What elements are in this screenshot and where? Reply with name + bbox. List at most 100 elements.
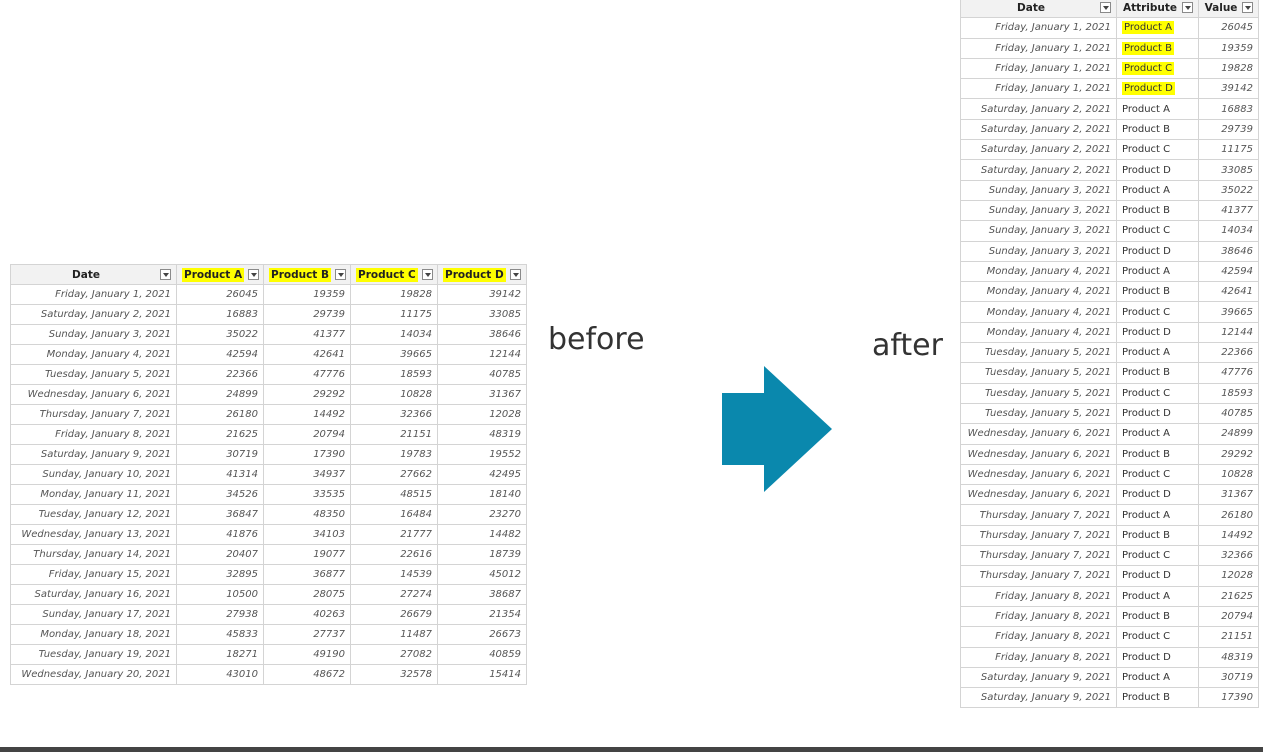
date-cell: Tuesday, January 5, 2021 (960, 362, 1117, 384)
value-cell: 18593 (1198, 382, 1259, 404)
date-cell: Sunday, January 10, 2021 (10, 464, 177, 485)
table-row: Monday, January 4, 2021 Product A 42594 (960, 260, 1259, 283)
value-cell: 21354 (437, 604, 527, 625)
date-cell: Friday, January 1, 2021 (10, 284, 177, 305)
value-cell: 14492 (1198, 524, 1259, 547)
attribute-cell: Product D (1116, 565, 1199, 587)
date-cell: Monday, January 4, 2021 (960, 260, 1117, 283)
table-row: Saturday, January 2, 2021 Product A 16883 (960, 98, 1259, 120)
value-cell: 14034 (350, 324, 438, 345)
table-row: Thursday, January 7, 2021 Product A 26180 (960, 504, 1259, 526)
value-cell: 40785 (437, 364, 527, 385)
value-cell: 27274 (350, 584, 438, 605)
value-cell: 14034 (1198, 220, 1259, 242)
table-row: Wednesday, January 6, 2021 24899 29292 1082… (10, 384, 527, 405)
value-cell: 35022 (1198, 179, 1259, 201)
dropdown-caret-icon[interactable] (248, 269, 260, 280)
date-cell: Monday, January 4, 2021 (960, 281, 1117, 303)
value-cell: 32578 (350, 664, 438, 685)
value-cell: 23270 (437, 504, 527, 525)
value-cell: 22366 (1198, 342, 1259, 364)
date-cell: Friday, January 8, 2021 (960, 646, 1117, 668)
date-cell: Sunday, January 17, 2021 (10, 604, 177, 625)
value-cell: 48515 (350, 484, 438, 505)
column-header[interactable]: Product A (176, 264, 264, 285)
value-cell: 34526 (176, 484, 264, 505)
column-header[interactable]: Value (1198, 0, 1259, 19)
column-header-label: Product A (182, 267, 245, 282)
value-cell: 40859 (437, 644, 527, 665)
table-row: Wednesday, January 6, 2021 Product D 31367 (960, 484, 1259, 506)
value-cell: 18140 (437, 484, 527, 505)
dropdown-caret-icon[interactable] (1100, 2, 1111, 14)
value-cell: 33535 (263, 484, 351, 505)
table-row: Friday, January 1, 2021 26045 19359 19828 39… (10, 284, 527, 305)
value-cell: 26045 (176, 284, 264, 305)
table-row: Thursday, January 7, 2021 Product C 32366 (960, 545, 1259, 567)
date-cell: Friday, January 1, 2021 (960, 37, 1117, 59)
value-cell: 34937 (263, 464, 351, 485)
attribute-cell: Product D (1116, 402, 1199, 425)
column-header[interactable]: Product B (263, 264, 351, 285)
date-cell: Thursday, January 7, 2021 (960, 565, 1117, 587)
column-header[interactable]: Product D (437, 264, 527, 285)
table-row: Thursday, January 7, 2021 26180 14492 32366… (10, 404, 527, 425)
attribute-cell: Product A (1116, 666, 1199, 689)
attribute-cell: Product C (1116, 545, 1199, 567)
value-cell: 39665 (350, 344, 438, 365)
value-cell: 12028 (1198, 565, 1259, 587)
column-header[interactable]: Date (10, 264, 177, 285)
attribute-cell: Product A (1116, 585, 1199, 607)
value-cell: 10500 (176, 584, 264, 605)
attribute-cell: Product B (1116, 524, 1199, 547)
value-cell: 48350 (263, 504, 351, 525)
value-cell: 31367 (437, 384, 527, 405)
date-cell: Saturday, January 2, 2021 (960, 159, 1117, 181)
attribute-cell-text: Product B (1122, 41, 1175, 55)
value-cell: 38646 (1198, 240, 1259, 262)
value-cell: 22616 (350, 544, 438, 565)
table-row: Friday, January 15, 2021 32895 36877 14539 4… (10, 564, 527, 585)
date-cell: Friday, January 8, 2021 (10, 424, 177, 445)
date-cell: Saturday, January 2, 2021 (960, 118, 1117, 141)
dropdown-caret-icon[interactable] (421, 269, 433, 280)
table-row: Saturday, January 9, 2021 Product B 17390 (960, 687, 1259, 709)
date-cell: Saturday, January 2, 2021 (960, 139, 1117, 161)
column-header-label: Date (1017, 1, 1045, 14)
value-cell: 20794 (263, 424, 351, 445)
date-cell: Friday, January 1, 2021 (960, 57, 1117, 80)
attribute-cell: Product B (1116, 118, 1199, 141)
attribute-cell: Product D (1116, 484, 1199, 506)
attribute-cell: Product C (1116, 57, 1199, 80)
value-cell: 42495 (437, 464, 527, 485)
table-row: Tuesday, January 19, 2021 18271 49190 27082… (10, 644, 527, 665)
dropdown-caret-icon[interactable] (334, 269, 346, 280)
value-cell: 41876 (176, 524, 264, 545)
value-cell: 33085 (437, 304, 527, 325)
value-cell: 21151 (350, 424, 438, 445)
before-table: Date Product A Product B Product C Product D… (10, 264, 527, 685)
value-cell: 19828 (350, 284, 438, 305)
table-row: Thursday, January 7, 2021 Product D 12028 (960, 565, 1259, 587)
table-row: Friday, January 1, 2021 Product D 39142 (960, 78, 1259, 100)
dropdown-caret-icon[interactable] (510, 269, 521, 280)
value-cell: 36877 (263, 564, 351, 585)
attribute-cell-text: Product A (1122, 21, 1174, 35)
value-cell: 45012 (437, 564, 527, 585)
attribute-cell: Product C (1116, 139, 1199, 161)
before-label: before (548, 322, 645, 357)
table-row: Saturday, January 2, 2021 Product C 11175 (960, 139, 1259, 161)
column-header[interactable]: Date (960, 0, 1117, 19)
date-cell: Tuesday, January 5, 2021 (960, 342, 1117, 364)
dropdown-caret-icon[interactable] (1182, 2, 1193, 14)
dropdown-caret-icon[interactable] (1242, 2, 1253, 14)
date-cell: Friday, January 8, 2021 (960, 585, 1117, 607)
date-cell: Sunday, January 3, 2021 (960, 240, 1117, 262)
dropdown-caret-icon[interactable] (160, 269, 171, 280)
date-cell: Thursday, January 7, 2021 (960, 524, 1117, 547)
column-header[interactable]: Attribute (1116, 0, 1199, 19)
after-label: after (872, 328, 943, 363)
arrow-shape (722, 366, 832, 492)
value-cell: 17390 (1198, 687, 1259, 709)
column-header[interactable]: Product C (350, 264, 438, 285)
